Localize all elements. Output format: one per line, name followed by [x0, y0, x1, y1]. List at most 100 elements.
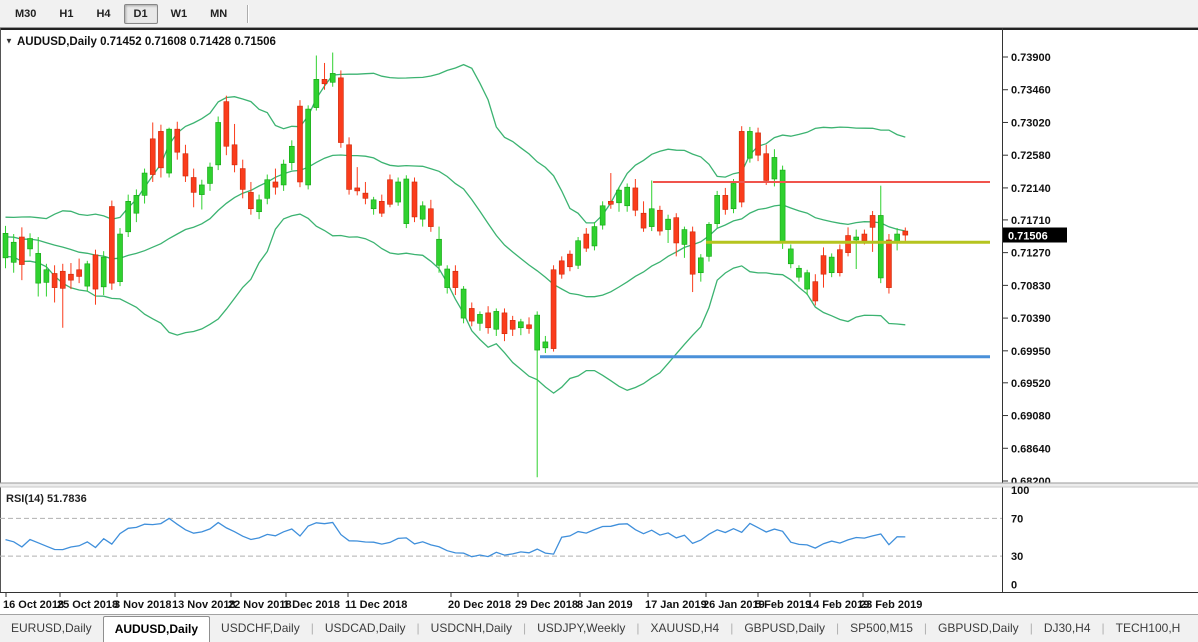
candle-body	[828, 256, 835, 274]
timeframe-toolbar: M30 H1 H4 D1 W1 MN	[0, 0, 1198, 28]
candle-body	[199, 184, 205, 195]
candle-body	[248, 192, 254, 210]
price-axis-label: 0.73900	[1011, 52, 1051, 64]
candle-body	[567, 253, 573, 268]
candle-body	[787, 248, 794, 265]
candle-body	[84, 263, 91, 287]
price-axis-label: 0.69520	[1011, 378, 1051, 390]
candle-body	[403, 178, 410, 224]
date-axis-label: 25 Oct 2018	[57, 599, 118, 611]
price-axis-label: 0.73020	[1011, 117, 1051, 129]
candle-body	[599, 205, 606, 226]
candle-body	[35, 253, 42, 284]
candle-body	[681, 229, 688, 245]
candle-body	[640, 212, 647, 229]
candle-body	[231, 144, 238, 166]
candle-body	[378, 201, 385, 214]
symbol-dropdown-icon[interactable]: ▼	[5, 37, 13, 46]
chart-area: 0.73900 0.73460 0.73020 0.72580 0.72140 0.717…	[0, 28, 1198, 614]
candle-body	[436, 238, 442, 266]
tab-scroll-arrows: ◄►	[1191, 615, 1198, 642]
candle-body	[886, 239, 892, 288]
date-axis-label: 20 Dec 2018	[448, 599, 511, 611]
price-axis-label: 0.72580	[1011, 150, 1051, 162]
chart-title: AUDUSD,Daily 0.71452 0.71608 0.71428 0.7…	[17, 36, 276, 48]
candle-body	[125, 201, 131, 233]
candle-body	[329, 73, 336, 83]
tf-button-h1[interactable]: H1	[49, 4, 83, 24]
candle-body	[92, 254, 99, 290]
price-axis-label: 0.69950	[1011, 346, 1051, 358]
date-axis-label: 3 Nov 2018	[114, 599, 171, 611]
candle-body	[477, 314, 483, 324]
symbol-tab-bar: EURUSD,Daily AUDUSD,Daily USDCHF,Daily | USD…	[0, 614, 1198, 642]
candle-body	[697, 257, 704, 274]
candle-body	[419, 205, 426, 220]
candle-body	[362, 192, 369, 199]
rsi-axis-label: 100	[1011, 485, 1029, 497]
candle-body	[804, 272, 810, 290]
symbol-tab-eurusd-daily[interactable]: EURUSD,Daily	[0, 615, 103, 642]
candle-body	[370, 199, 377, 210]
symbol-tab-dj30-h4[interactable]: DJ30,H4	[1033, 615, 1102, 642]
candle-body	[550, 269, 557, 349]
candle-body	[444, 268, 451, 288]
candle-body	[288, 145, 295, 163]
symbol-tab-gbpusd-daily[interactable]: GBPUSD,Daily	[927, 615, 1030, 642]
symbol-tab-tech100-h[interactable]: TECH100,H	[1105, 615, 1192, 642]
date-axis-label: 16 Oct 2018	[3, 599, 64, 611]
symbol-tab-usdjpy-weekly[interactable]: USDJPY,Weekly	[526, 615, 636, 642]
symbol-tab-usdcnh-daily[interactable]: USDCNH,Daily	[420, 615, 523, 642]
candle-body	[223, 101, 230, 147]
rsi-label: RSI(14) 51.7836	[6, 493, 87, 505]
candle-body	[51, 273, 58, 288]
tf-button-h4[interactable]: H4	[86, 4, 120, 24]
candle-body	[665, 218, 671, 230]
symbol-tab-xauusd-h4[interactable]: XAUUSD,H4	[640, 615, 731, 642]
candle-body	[583, 233, 590, 249]
symbol-tab-sp500-m15[interactable]: SP500,M15	[839, 615, 924, 642]
candle-body	[861, 233, 868, 242]
candle-body	[534, 314, 541, 351]
tf-button-w1[interactable]: W1	[161, 4, 198, 24]
candle-body	[133, 195, 140, 214]
candle-body	[207, 166, 213, 184]
symbol-tab-gbpusd-daily[interactable]: GBPUSD,Daily	[733, 615, 836, 642]
candle-body	[141, 172, 148, 196]
candle-body	[27, 238, 33, 250]
candle-body	[100, 256, 107, 288]
price-axis-label: 0.73460	[1011, 85, 1051, 97]
candle-body	[68, 273, 74, 281]
candle-body	[256, 199, 262, 213]
candle-body	[747, 131, 753, 159]
candle-body	[869, 215, 876, 228]
candle-body	[485, 312, 491, 329]
symbol-tab-usdcad-daily[interactable]: USDCAD,Daily	[314, 615, 417, 642]
tf-button-mn[interactable]: MN	[200, 4, 237, 24]
candle-body	[763, 153, 770, 181]
tf-button-d1[interactable]: D1	[123, 3, 158, 24]
candle-body	[2, 232, 9, 259]
candle-body	[755, 132, 761, 156]
candle-body	[812, 281, 819, 302]
date-axis-label: 23 Feb 2019	[860, 599, 922, 611]
price-axis-label: 0.70390	[1011, 313, 1051, 325]
price-axis-label: 0.72140	[1011, 183, 1051, 195]
symbol-tab-audusd-daily[interactable]: AUDUSD,Daily	[102, 616, 211, 642]
candle-body	[59, 270, 66, 289]
candle-body	[19, 236, 25, 265]
candle-body	[616, 189, 622, 204]
candle-body	[714, 195, 720, 224]
candle-body	[460, 288, 467, 319]
current-price-value: 0.71506	[1008, 231, 1048, 243]
candle-body	[346, 144, 352, 190]
candle-body	[689, 231, 696, 275]
price-axis-label: 0.71710	[1011, 215, 1051, 227]
candle-body	[297, 105, 303, 183]
candle-body	[174, 128, 181, 153]
candle-body	[190, 177, 197, 193]
price-axis-label: 0.69080	[1011, 411, 1051, 423]
candle-body	[10, 241, 17, 263]
symbol-tab-usdchf-daily[interactable]: USDCHF,Daily	[210, 615, 311, 642]
tf-button-m30[interactable]: M30	[5, 4, 46, 24]
